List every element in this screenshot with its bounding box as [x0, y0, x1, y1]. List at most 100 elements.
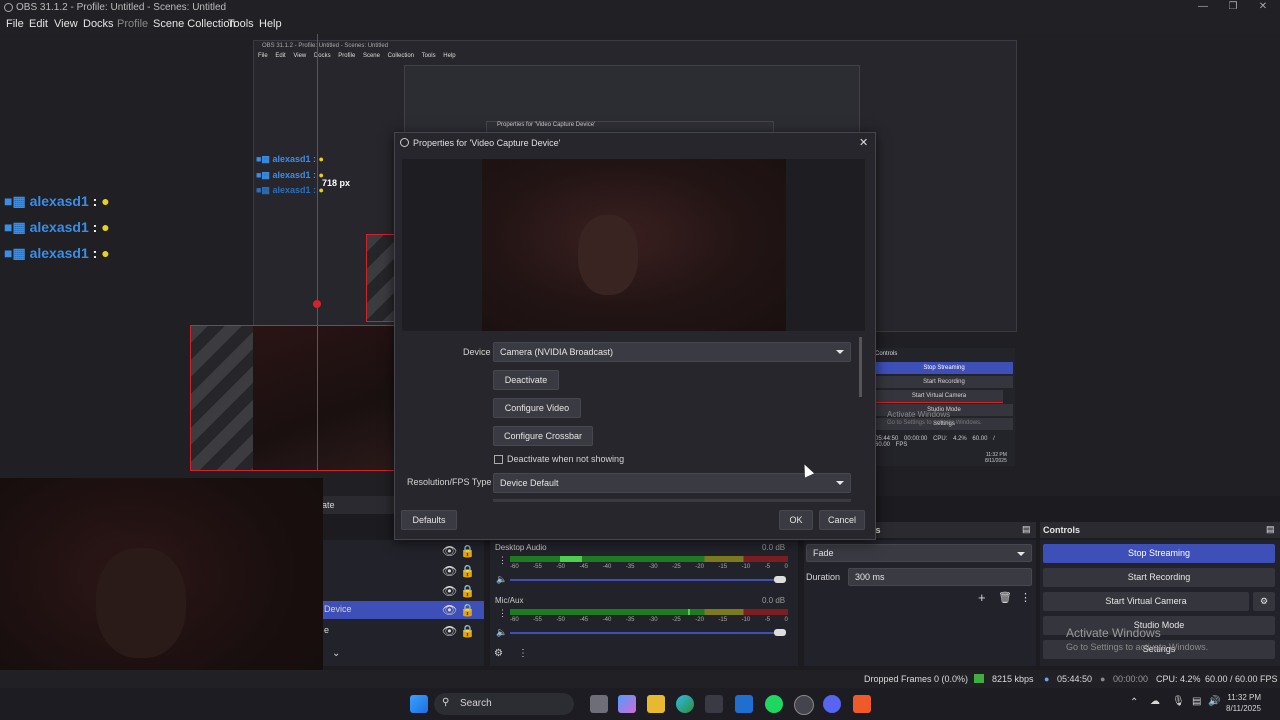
guide-handle[interactable] [313, 300, 321, 308]
person-silhouette [578, 215, 638, 295]
duration-spinbox[interactable]: 300 ms [848, 568, 1032, 586]
search-icon: ⚲ [442, 697, 450, 708]
virtual-camera-gear-icon[interactable]: ⚙ [1253, 592, 1275, 611]
desktop-audio-slider-handle[interactable] [774, 576, 786, 583]
source-row-3[interactable]: 👁 🔒 [318, 582, 484, 600]
start-virtual-camera-button[interactable]: Start Virtual Camera [1043, 592, 1249, 611]
menu-docks[interactable]: Docks [83, 18, 114, 30]
close-icon[interactable]: ✕ [859, 136, 868, 149]
lock-icon[interactable]: 🔒 [460, 564, 475, 578]
desktop-audio-slider[interactable] [510, 579, 784, 581]
nested-start-virtual: Start Virtual Camera [875, 390, 1003, 403]
outlook-icon[interactable] [735, 695, 753, 713]
mic-aux-slider-handle[interactable] [774, 629, 786, 636]
source-row-device[interactable]: Device 👁 🔒 [318, 601, 484, 619]
network-icon[interactable]: ▤ [1192, 696, 1201, 707]
file-explorer-icon[interactable] [647, 695, 665, 713]
add-transition-icon[interactable]: + [978, 590, 986, 605]
source-bounding-box-small[interactable] [366, 234, 396, 322]
minimize-icon[interactable]: — [1186, 0, 1220, 16]
stop-streaming-button[interactable]: Stop Streaming [1043, 544, 1275, 563]
stream-time: 05:44:50 [1057, 674, 1093, 684]
visibility-eye-icon[interactable]: 👁 [442, 603, 457, 617]
transition-select[interactable]: Fade [806, 544, 1032, 562]
deactivate-button[interactable]: Deactivate [493, 370, 559, 390]
menu-view[interactable]: View [54, 18, 78, 30]
nested-activate-sub: Go to Settings to activate Windows. [887, 420, 982, 426]
deactivate-when-hidden-checkbox[interactable] [494, 455, 503, 464]
dock-float-icon[interactable]: ▤ [1266, 524, 1275, 535]
desktop-audio-db: 0.0 dB [762, 543, 786, 552]
webcam-thumbnail [253, 326, 396, 470]
transition-menu-icon[interactable]: ⋮ [1020, 591, 1031, 604]
mic-aux-menu-icon[interactable]: ⋮ [498, 608, 507, 619]
start-recording-button[interactable]: Start Recording [1043, 568, 1275, 587]
source-row-2[interactable]: 👁 🔒 [318, 562, 484, 580]
lock-icon[interactable]: 🔒 [460, 544, 475, 558]
cpu-usage: CPU: 4.2% [1156, 674, 1201, 684]
chat-line-small-2: ■▦ alexasd1 : ● [256, 170, 324, 180]
scene-transition-tab[interactable]: ate [318, 496, 398, 514]
copilot-icon[interactable] [618, 695, 636, 713]
obs-logo-icon [4, 3, 13, 12]
source-bounding-box[interactable] [190, 325, 397, 471]
restore-icon[interactable]: ❐ [1216, 0, 1250, 16]
microphone-icon[interactable]: 🎙 [1172, 696, 1185, 707]
speaker-icon[interactable]: 🔈 [496, 627, 507, 638]
mic-aux-slider[interactable] [510, 632, 784, 634]
nested-activate: Activate Windows [887, 410, 951, 419]
volume-icon[interactable]: 🔊 [1208, 696, 1220, 707]
chevron-down-icon[interactable]: ⌄ [332, 648, 340, 659]
source-row-1[interactable]: 👁 🔒 [318, 542, 484, 560]
taskbar-search[interactable]: ⚲ Search [434, 693, 574, 715]
nested-start-recording: Start Recording [875, 376, 1013, 388]
dialog-scrollbar[interactable] [859, 337, 862, 397]
lock-icon[interactable]: 🔒 [460, 584, 475, 598]
ok-button[interactable]: OK [779, 510, 813, 530]
menu-scene-collection[interactable]: Scene Collection [153, 18, 236, 30]
menu-file[interactable]: File [6, 18, 24, 30]
visibility-eye-icon[interactable]: 👁 [442, 584, 457, 598]
controls-panel: Stop Streaming Start Recording Start Vir… [1040, 540, 1280, 666]
lock-icon[interactable]: 🔒 [460, 624, 475, 638]
windows-start-icon[interactable] [410, 695, 428, 713]
person-silhouette [96, 548, 186, 658]
lock-icon[interactable]: 🔒 [460, 603, 475, 617]
discord-icon[interactable] [823, 695, 841, 713]
close-icon[interactable]: ✕ [1246, 0, 1280, 16]
title-bar: OBS 31.1.2 - Profile: Untitled - Scenes:… [0, 0, 1280, 16]
obs-taskbar-icon[interactable] [794, 695, 814, 715]
window-title: OBS 31.1.2 - Profile: Untitled - Scenes:… [16, 2, 227, 13]
menu-profile[interactable]: Profile [117, 18, 148, 30]
visibility-eye-icon[interactable]: 👁 [442, 544, 457, 558]
desktop-audio-menu-icon[interactable]: ⋮ [498, 555, 507, 566]
menu-edit[interactable]: Edit [29, 18, 48, 30]
configure-crossbar-button[interactable]: Configure Crossbar [493, 426, 593, 446]
speaker-icon[interactable]: 🔈 [496, 574, 507, 585]
menu-tools[interactable]: Tools [228, 18, 254, 30]
source-row-5[interactable]: e 👁 🔒 [318, 622, 484, 640]
task-view-icon[interactable] [590, 695, 608, 713]
visibility-eye-icon[interactable]: 👁 [442, 624, 457, 638]
resolution-fps-select[interactable]: Device Default [493, 473, 851, 493]
edge-icon[interactable] [676, 695, 694, 713]
menu-help[interactable]: Help [259, 18, 282, 30]
dock-float-icon[interactable]: ▤ [1022, 524, 1031, 535]
trash-icon[interactable]: 🗑 [998, 591, 1012, 604]
clipped-row [493, 499, 851, 502]
advanced-audio-gear-icon[interactable]: ⚙ [494, 648, 503, 659]
defaults-button[interactable]: Defaults [401, 510, 457, 530]
brave-icon[interactable] [853, 695, 871, 713]
device-select[interactable]: Camera (NVIDIA Broadcast) [493, 342, 851, 362]
taskbar: ⚲ Search ⌃ ☁ 🎙 ▤ 🔊 11:32 PM 8/11/2025 [0, 688, 1280, 720]
tray-chevron-icon[interactable]: ⌃ [1130, 697, 1138, 708]
store-icon[interactable] [705, 695, 723, 713]
spotify-icon[interactable] [765, 695, 783, 713]
configure-video-button[interactable]: Configure Video [493, 398, 581, 418]
taskbar-clock[interactable]: 11:32 PM 8/11/2025 [1226, 692, 1261, 714]
desktop-audio-label: Desktop Audio [495, 543, 547, 552]
visibility-eye-icon[interactable]: 👁 [442, 564, 457, 578]
cancel-button[interactable]: Cancel [819, 510, 865, 530]
mixer-menu-icon[interactable]: ⋮ [518, 648, 528, 659]
tray-app-icon[interactable]: ☁ [1150, 696, 1160, 707]
